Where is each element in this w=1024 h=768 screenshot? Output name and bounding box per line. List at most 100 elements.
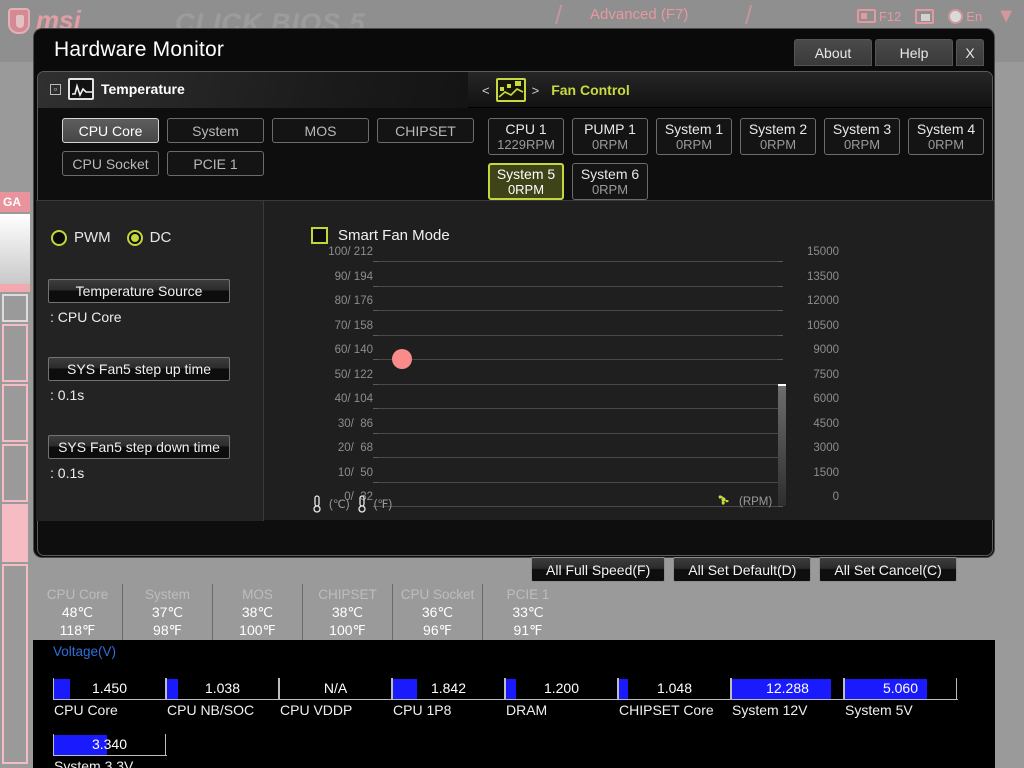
fan-tab-rpm: 0RPM	[591, 181, 629, 197]
sidebar-panel-3	[2, 384, 28, 442]
temperature-tick-label: 50/ 122	[334, 368, 373, 381]
temperature-tick-label: 30/ 86	[337, 417, 373, 430]
voltage-item: 3.340 System 3.3V	[53, 718, 167, 768]
fan-tab-system-4[interactable]: System 4 0RPM	[908, 118, 984, 155]
rpm-unit-legend: (RPM)	[715, 491, 772, 513]
waveform-icon	[68, 78, 94, 100]
rpm-tick-label: 6000	[813, 393, 839, 405]
tab-system[interactable]: System	[167, 118, 264, 143]
fan-selector-tabs: CPU 1 1229RPM PUMP 1 0RPM System 1 0RPM …	[488, 118, 984, 208]
voltage-item: 1.842 CPU 1P8	[392, 662, 506, 718]
fan-tab-system-3[interactable]: System 3 0RPM	[824, 118, 900, 155]
fan-tab-pump-1[interactable]: PUMP 1 0RPM	[572, 118, 648, 155]
readout-celsius: 48℃	[61, 604, 94, 620]
window-buttons: About Help X	[794, 39, 984, 66]
rpm-tick-label: 4500	[813, 417, 839, 430]
all-full-speed-button[interactable]: All Full Speed(F)	[531, 557, 666, 582]
collapse-icon[interactable]: ▫	[50, 83, 61, 95]
voltage-value: 1.200	[543, 680, 580, 696]
section-title-temperature: Temperature	[101, 81, 185, 97]
temperature-tick-label: 60/ 140	[334, 344, 373, 356]
capture-tool[interactable]	[915, 8, 935, 24]
temperature-tick-label: 40/ 104	[334, 393, 373, 405]
fan-speed-slider[interactable]	[778, 383, 786, 506]
readout-mos: MOS 38℃ 100℉	[213, 584, 303, 646]
voltage-item: N/A CPU VDDP	[279, 662, 393, 718]
step-down-time-button[interactable]: SYS Fan5 step down time	[48, 435, 230, 459]
advanced-mode-label[interactable]: Advanced (F7)	[590, 6, 688, 23]
fan-tab-cpu-1[interactable]: CPU 1 1229RPM	[488, 118, 564, 155]
pwm-radio-dot	[51, 229, 67, 246]
voltage-row-1: 1.450 CPU Core 1.038 CPU NB/SOC N/A CPU VDDP 1…	[53, 662, 958, 718]
temperature-tick-label: 20/ 68	[337, 442, 373, 454]
all-set-cancel-button[interactable]: All Set Cancel(C)	[819, 557, 957, 582]
fan-tab-rpm: 0RPM	[591, 136, 629, 152]
sidebar-panel-6	[2, 564, 28, 764]
voltage-row-2: 3.340 System 3.3V	[53, 718, 167, 768]
about-button[interactable]: About	[794, 39, 872, 66]
close-button[interactable]: X	[956, 39, 984, 66]
bios-screen: msi CLICK BIOS 5 / / Advanced (F7) F12 E…	[0, 0, 1024, 768]
rpm-tick-label: 3000	[813, 442, 839, 454]
voltage-section-title: Voltage(V)	[53, 644, 117, 659]
screenshot-tool[interactable]: F12	[856, 9, 901, 24]
temperature-source-tabs: CPU Core System MOS CHIPSET CPU Socket P…	[62, 118, 474, 184]
help-button[interactable]: Help	[875, 39, 953, 66]
temperature-section-header[interactable]: ▫ Temperature	[50, 78, 185, 100]
voltage-item: 12.288 System 12V	[731, 662, 845, 718]
rpm-tick-label: 9000	[813, 344, 839, 356]
all-set-default-button[interactable]: All Set Default(D)	[673, 557, 812, 582]
smart-fan-mode-checkbox[interactable]	[311, 227, 328, 244]
voltage-label: CPU Core	[54, 702, 118, 718]
fan-tab-rpm: 0RPM	[759, 136, 797, 152]
fan-tab-system-5[interactable]: System 5 0RPM	[488, 163, 564, 200]
axis-tick	[778, 310, 783, 311]
fan-tab-system-6[interactable]: System 6 0RPM	[572, 163, 648, 200]
sidebar-accent-bar	[0, 284, 30, 292]
plot-area[interactable]	[378, 261, 782, 507]
readout-name: MOS	[242, 587, 273, 602]
fan-curve-graph: Smart Fan Mode 100/ 212 90/ 194 80/ 176 70/…	[265, 201, 994, 521]
grid-line	[378, 383, 782, 385]
fan-control-section-header[interactable]: < > Fan Control	[470, 72, 630, 108]
chevron-down-icon[interactable]: ▼	[996, 6, 1016, 26]
step-up-time-button[interactable]: SYS Fan5 step up time	[48, 357, 230, 381]
tab-chipset[interactable]: CHIPSET	[377, 118, 474, 143]
fan-tab-rpm: 0RPM	[507, 181, 545, 197]
smart-fan-mode-control[interactable]: Smart Fan Mode	[311, 227, 450, 244]
readout-cpu-core: CPU Core 48℃ 118℉	[33, 584, 123, 646]
bios-left-sidebar: GA	[0, 62, 34, 768]
readout-name: CPU Socket	[400, 587, 475, 602]
thermometer-fahrenheit-icon	[356, 495, 368, 513]
fan-control-body: PWM DC Temperature Source : CPU Core SYS…	[36, 200, 994, 521]
tab-cpu-socket[interactable]: CPU Socket	[62, 151, 159, 176]
temperature-tick-label: 80/ 176	[334, 295, 373, 307]
readout-fahrenheit: 98℉	[153, 622, 182, 638]
voltage-item: 5.060 System 5V	[844, 662, 958, 718]
fan-curve-point[interactable]	[392, 349, 412, 369]
tab-cpu-core[interactable]: CPU Core	[62, 118, 159, 143]
tab-mos[interactable]: MOS	[272, 118, 369, 143]
temperature-tick-label: 100/ 212	[328, 246, 373, 258]
radio-dc[interactable]: DC	[126, 229, 171, 246]
next-arrow-icon[interactable]: >	[532, 83, 540, 98]
radio-pwm[interactable]: PWM	[51, 229, 111, 246]
msi-shield-icon	[8, 7, 30, 34]
tab-pcie-1[interactable]: PCIE 1	[167, 151, 264, 176]
readout-pcie-1: PCIE 1 33℃ 91℉	[483, 584, 573, 646]
fan-tab-system-1[interactable]: System 1 0RPM	[656, 118, 732, 155]
voltage-value: 5.060	[882, 680, 919, 696]
readout-fahrenheit: 100℉	[239, 622, 276, 638]
page-title: Hardware Monitor	[54, 38, 225, 61]
temperature-source-button[interactable]: Temperature Source	[48, 279, 230, 303]
readout-name: CHIPSET	[318, 587, 377, 602]
readout-chipset: CHIPSET 38℃ 100℉	[303, 584, 393, 646]
temperature-tick-label: 90/ 194	[334, 270, 373, 283]
rpm-tick-label: 10500	[807, 319, 839, 332]
prev-arrow-icon[interactable]: <	[482, 83, 490, 98]
fan-tab-label: System 4	[916, 120, 976, 137]
voltage-label: CPU NB/SOC	[167, 702, 255, 718]
language-selector[interactable]: En	[948, 8, 982, 24]
thermometer-celsius-icon	[311, 495, 323, 513]
fan-tab-system-2[interactable]: System 2 0RPM	[740, 118, 816, 155]
